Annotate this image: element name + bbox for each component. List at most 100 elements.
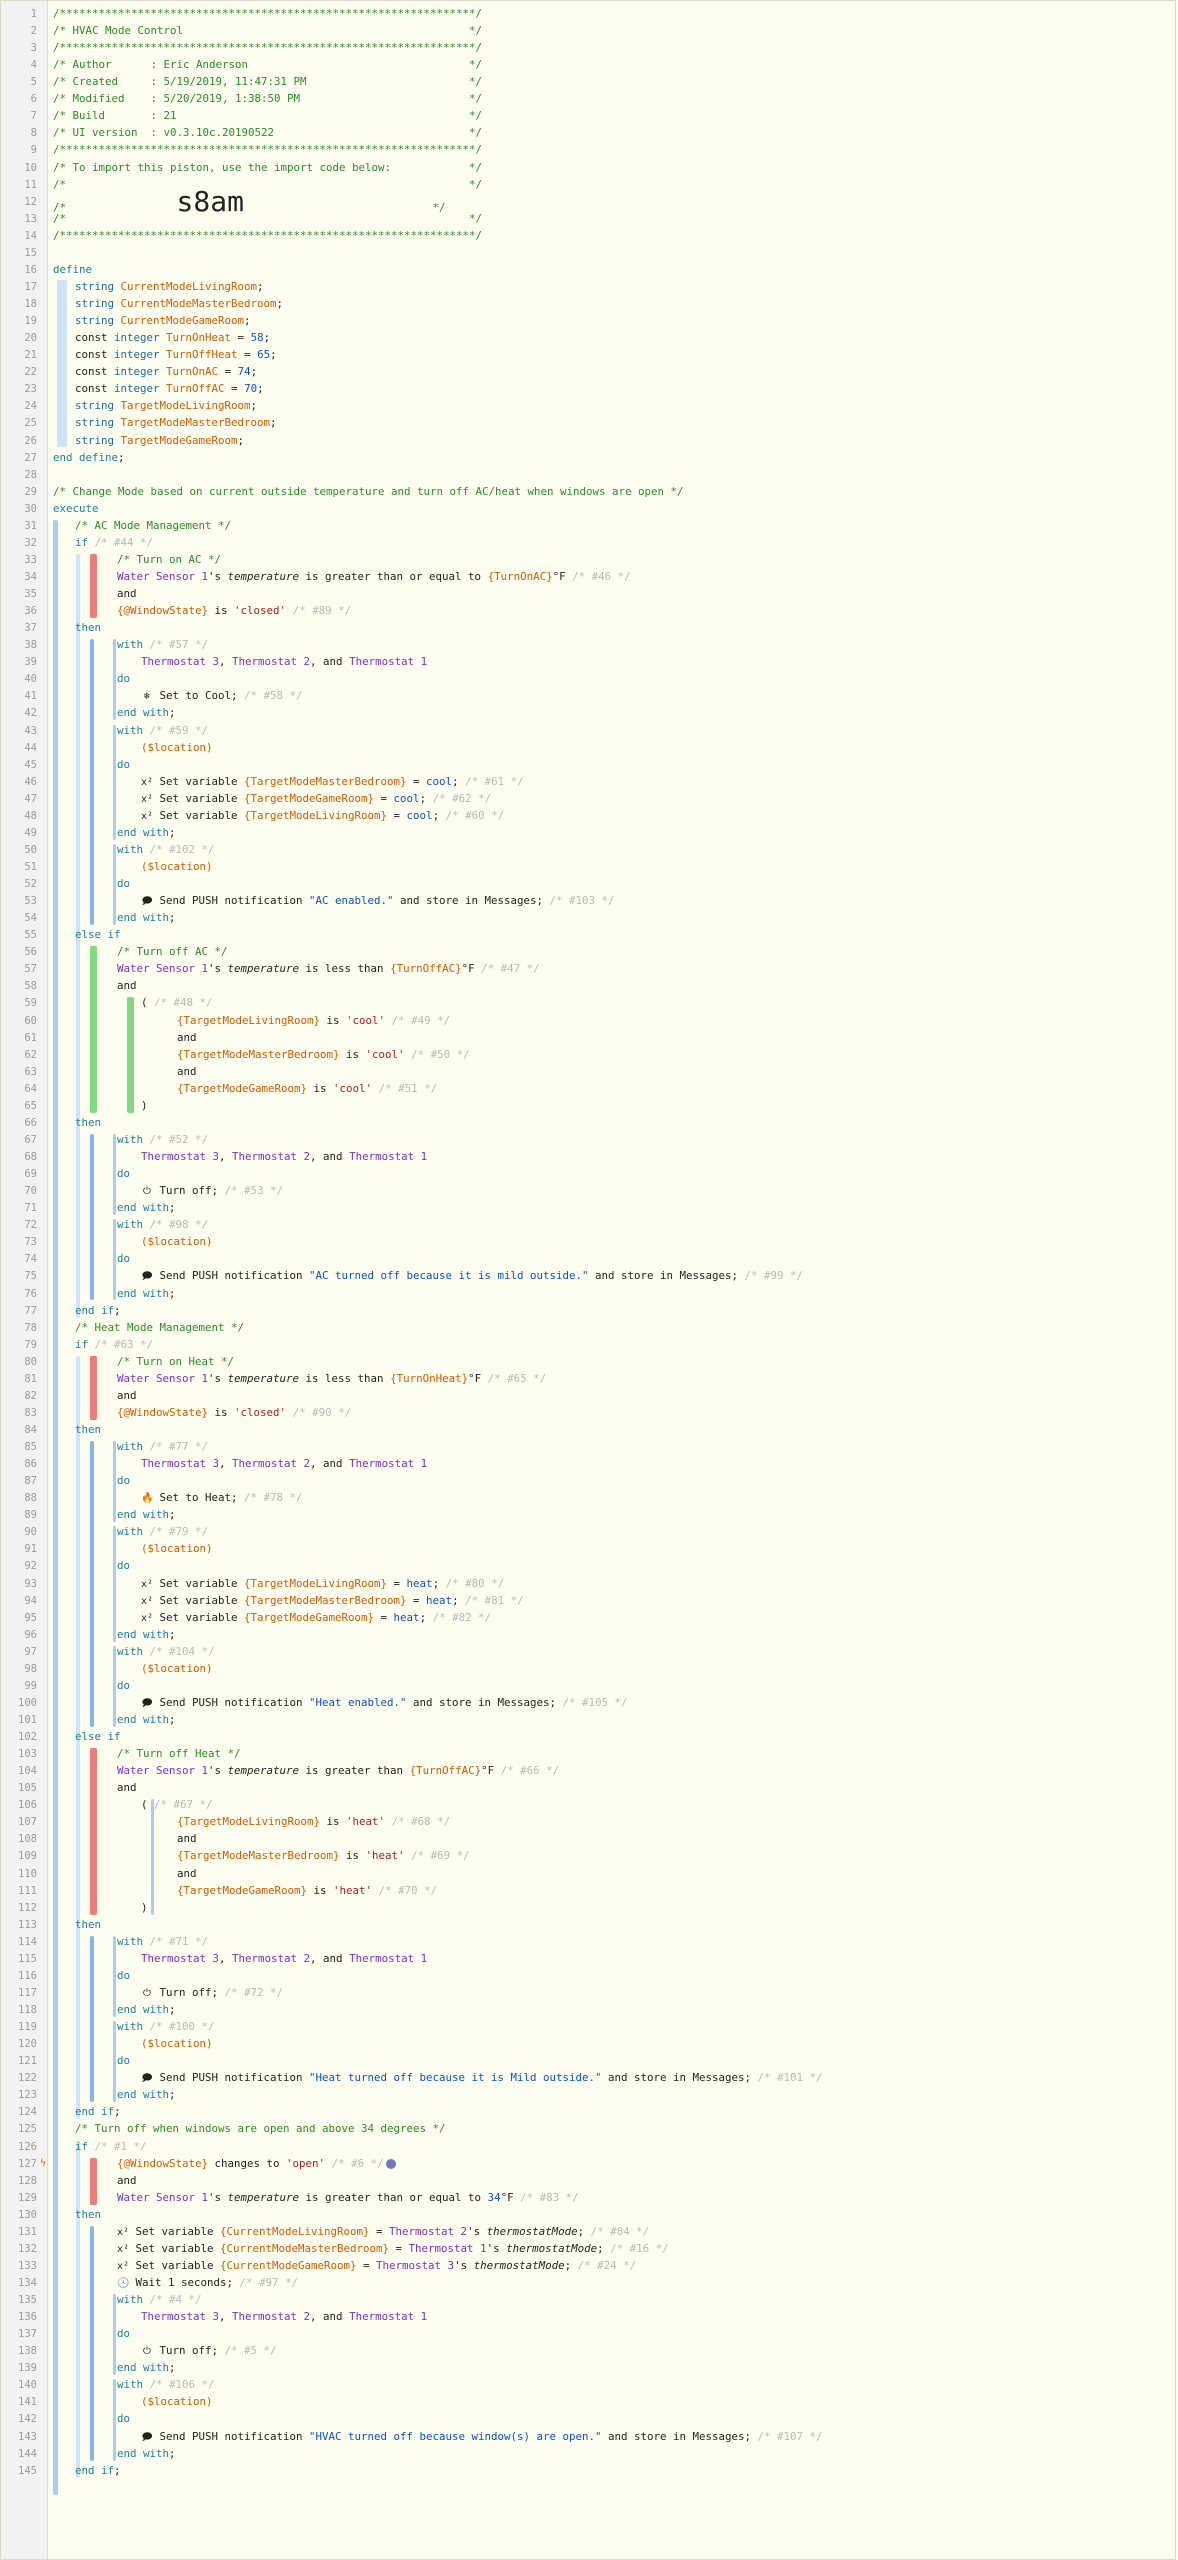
code-line[interactable]: do — [117, 2412, 130, 2426]
device-name[interactable]: Thermostat 3 — [141, 2310, 219, 2323]
code-line[interactable]: ❄ Set to Cool; /* #58 */ — [141, 689, 303, 704]
code-line[interactable]: x² Set variable {CurrentModeMasterBedroo… — [117, 2242, 669, 2257]
variable[interactable]: {CurrentModeLivingRoom} — [220, 2225, 370, 2238]
device-name[interactable]: Thermostat 2 — [232, 1952, 310, 1965]
code-line[interactable]: then — [75, 1116, 101, 1130]
code-line[interactable]: {@WindowState} changes to 'open' /* #6 *… — [117, 2157, 396, 2171]
variable[interactable]: ($location) — [141, 741, 213, 754]
code-line[interactable]: /***************************************… — [53, 143, 482, 157]
device-name[interactable]: Thermostat 3 — [141, 1457, 219, 1470]
device-name[interactable]: Thermostat 3 — [141, 1952, 219, 1965]
device-name[interactable]: Thermostat 2 — [232, 1150, 310, 1163]
code-line[interactable]: 🗩 Send PUSH notification "AC enabled." a… — [141, 894, 614, 909]
code-line[interactable]: and — [117, 1781, 137, 1795]
code-line[interactable]: ($location) — [141, 1235, 213, 1249]
code-line[interactable]: end with; — [117, 1713, 176, 1727]
variable[interactable]: CurrentModeLivingRoom — [121, 280, 258, 293]
code-line[interactable]: /* Change Mode based on current outside … — [53, 485, 684, 499]
code-line[interactable]: then — [75, 1918, 101, 1932]
variable[interactable]: {@WindowState} — [117, 2157, 208, 2170]
code-line[interactable]: Thermostat 3, Thermostat 2, and Thermost… — [141, 1150, 427, 1164]
code-line[interactable]: and — [177, 1832, 197, 1846]
device-name[interactable]: Water Sensor 1 — [117, 2191, 208, 2204]
code-line[interactable]: {TargetModeMasterBedroom} is 'cool' /* #… — [177, 1048, 470, 1062]
variable[interactable]: TargetModeLivingRoom — [121, 399, 251, 412]
code-line[interactable]: then — [75, 2208, 101, 2222]
code-line[interactable]: 🗩 Send PUSH notification "Heat turned of… — [141, 2071, 822, 2086]
code-line[interactable]: /* To import this piston, use the import… — [53, 161, 482, 175]
variable[interactable]: {TargetModeMasterBedroom} — [244, 775, 407, 788]
device-name[interactable]: Thermostat 1 — [349, 655, 427, 668]
code-line[interactable]: string TargetModeMasterBedroom; — [75, 416, 277, 430]
device-name[interactable]: Thermostat 2 — [232, 655, 310, 668]
code-line[interactable]: {TargetModeGameRoom} is 'cool' /* #51 */ — [177, 1082, 437, 1096]
variable[interactable]: ($location) — [141, 2037, 213, 2050]
code-line[interactable]: with /* #4 */ — [117, 2293, 202, 2307]
variable[interactable]: {TargetModeGameRoom} — [177, 1082, 307, 1095]
code-line[interactable]: end with; — [117, 1508, 176, 1522]
code-line[interactable]: with /* #52 */ — [117, 1133, 208, 1147]
code-line[interactable]: /***************************************… — [53, 41, 482, 55]
code-line[interactable]: end with; — [117, 826, 176, 840]
code-line[interactable]: Water Sensor 1's temperature is greater … — [117, 1764, 559, 1778]
code-line[interactable]: end if; — [75, 2464, 121, 2478]
device-name[interactable]: Thermostat 2 — [232, 1457, 310, 1470]
code-line[interactable]: 🕓 Wait 1 seconds; /* #97 */ — [117, 2276, 298, 2291]
device-name[interactable]: Thermostat 1 — [349, 2310, 427, 2323]
code-line[interactable]: and — [177, 1065, 197, 1079]
code-line[interactable]: end with; — [117, 1628, 176, 1642]
code-line[interactable]: {TargetModeMasterBedroom} is 'heat' /* #… — [177, 1849, 470, 1863]
variable[interactable]: {TurnOnHeat} — [390, 1372, 468, 1385]
code-line[interactable]: end with; — [117, 706, 176, 720]
code-line[interactable]: ( /* #48 */ — [141, 996, 213, 1010]
code-line[interactable]: x² Set variable {TargetModeMasterBedroom… — [141, 775, 524, 790]
add-condition-icon[interactable] — [385, 2158, 396, 2169]
code-line[interactable]: with /* #98 */ — [117, 1218, 208, 1232]
variable[interactable]: CurrentModeGameRoom — [121, 314, 245, 327]
code-line[interactable]: do — [117, 877, 130, 891]
code-line[interactable]: const integer TurnOnHeat = 58; — [75, 331, 270, 345]
code-line[interactable]: do — [117, 1252, 130, 1266]
variable[interactable]: {TargetModeGameRoom} — [177, 1884, 307, 1897]
code-line[interactable]: and — [117, 979, 137, 993]
code-line[interactable]: and — [177, 1867, 197, 1881]
variable[interactable]: {CurrentModeGameRoom} — [220, 2259, 357, 2272]
code-line[interactable]: with /* #71 */ — [117, 1935, 208, 1949]
code-line[interactable]: ($location) — [141, 1542, 213, 1556]
code-line[interactable]: end with; — [117, 2003, 176, 2017]
code-line[interactable]: {TargetModeLivingRoom} is 'heat' /* #68 … — [177, 1815, 450, 1829]
variable[interactable]: {TargetModeGameRoom} — [244, 792, 374, 805]
code-line[interactable]: with /* #59 */ — [117, 724, 208, 738]
device-name[interactable]: Water Sensor 1 — [117, 1372, 208, 1385]
code-line[interactable]: do — [117, 1969, 130, 1983]
code-line[interactable]: const integer TurnOnAC = 74; — [75, 365, 257, 379]
variable[interactable]: ($location) — [141, 1542, 213, 1555]
code-line[interactable]: /* AC Mode Management */ — [75, 519, 231, 533]
variable[interactable]: {TargetModeMasterBedroom} — [244, 1594, 407, 1607]
code-line[interactable]: end with; — [117, 2361, 176, 2375]
device-name[interactable]: Thermostat 1 — [349, 1457, 427, 1470]
code-line[interactable]: Water Sensor 1's temperature is less tha… — [117, 1372, 546, 1386]
device-name[interactable]: Thermostat 3 — [141, 1150, 219, 1163]
code-line[interactable]: x² Set variable {TargetModeGameRoom} = h… — [141, 1611, 491, 1626]
code-line[interactable]: 🔥 Set to Heat; /* #78 */ — [141, 1491, 303, 1506]
code-line[interactable]: end define; — [53, 451, 125, 465]
device-name[interactable]: Thermostat 1 — [409, 2242, 487, 2255]
code-line[interactable]: {@WindowState} is 'closed' /* #90 */ — [117, 1406, 351, 1420]
code-line[interactable]: ($location) — [141, 2395, 213, 2409]
variable[interactable]: TurnOffHeat — [166, 348, 238, 361]
code-line[interactable]: Thermostat 3, Thermostat 2, and Thermost… — [141, 1952, 427, 1966]
variable[interactable]: TurnOffAC — [166, 382, 225, 395]
code-line[interactable]: end with; — [117, 2447, 176, 2461]
code-line[interactable]: end with; — [117, 911, 176, 925]
code-line[interactable]: with /* #104 */ — [117, 1645, 215, 1659]
code-line[interactable]: Thermostat 3, Thermostat 2, and Thermost… — [141, 2310, 427, 2324]
code-line[interactable]: with /* #102 */ — [117, 843, 215, 857]
code-line[interactable]: and — [117, 1389, 137, 1403]
code-line[interactable]: /* Heat Mode Management */ — [75, 1321, 244, 1335]
code-line[interactable]: ) — [141, 1901, 148, 1915]
code-line[interactable]: ($location) — [141, 741, 213, 755]
variable[interactable]: {TargetModeLivingRoom} — [177, 1815, 320, 1828]
code-line[interactable]: ($location) — [141, 1662, 213, 1676]
code-line[interactable]: /* Modified : 5/20/2019, 1:38:50 PM */ — [53, 92, 482, 106]
